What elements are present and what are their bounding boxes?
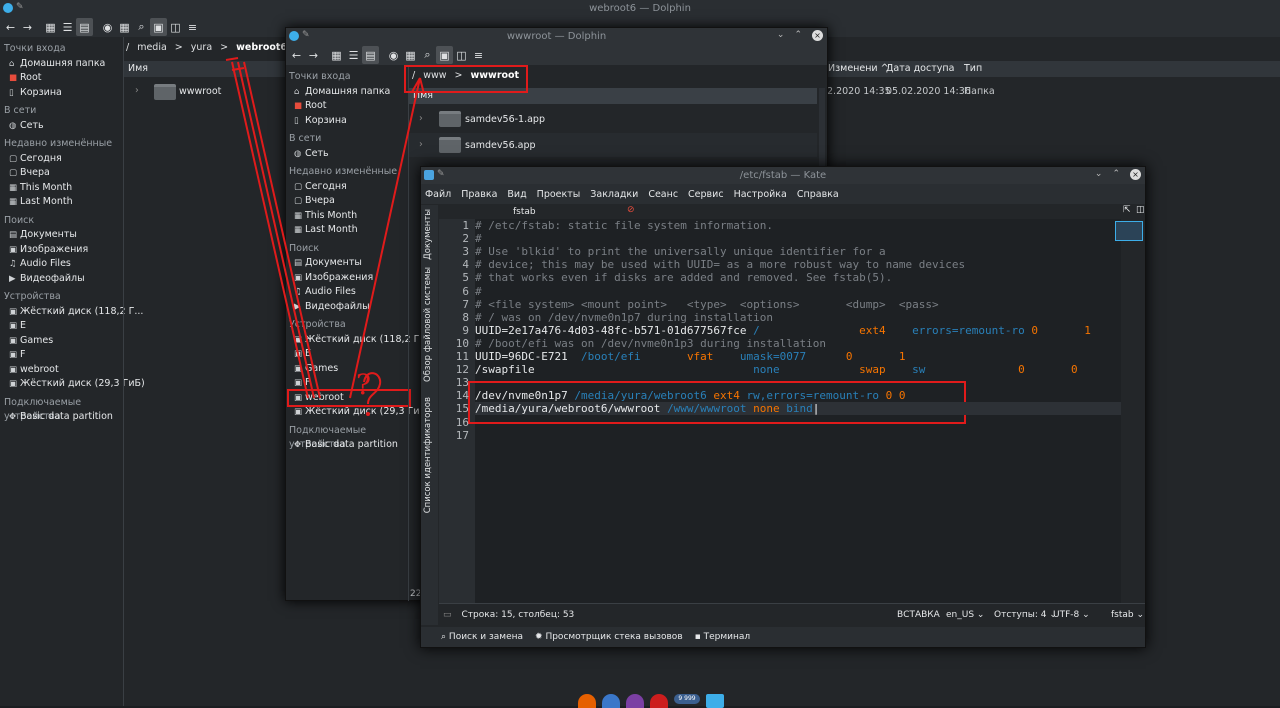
question-dot [366,412,370,416]
question-mark-annotation: ? [356,368,372,401]
annotation-arrows [225,57,425,416]
badge-counter: 9 999 [674,694,700,704]
arrow-strokes [225,57,425,405]
